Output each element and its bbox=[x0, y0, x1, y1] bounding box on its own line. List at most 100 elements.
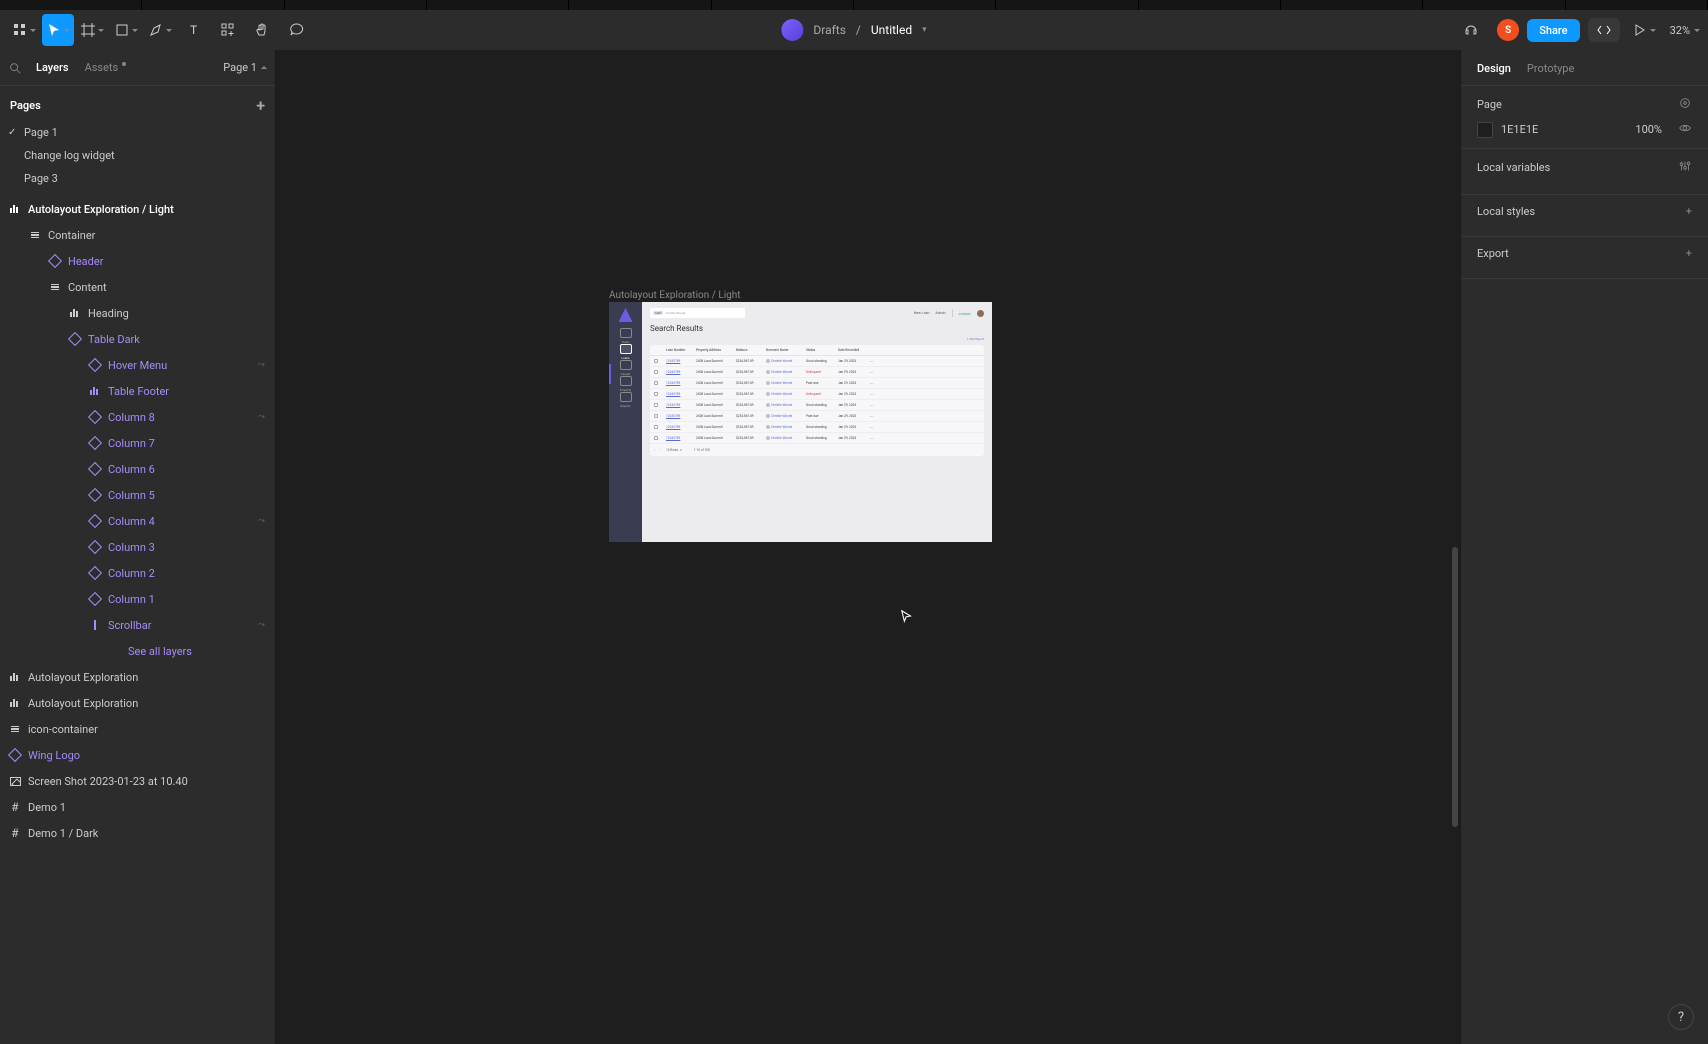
mock-side-item: Reports bbox=[617, 392, 635, 408]
layer-row[interactable]: Column 6 bbox=[0, 456, 275, 482]
layer-row[interactable]: Screen Shot 2023-01-23 at 10.40 bbox=[0, 768, 275, 794]
local-styles-label: Local styles bbox=[1477, 205, 1535, 218]
page-row[interactable]: Page 3 bbox=[0, 167, 275, 190]
toolbar-center: Drafts / Untitled ▾ bbox=[781, 19, 926, 41]
breadcrumb-drafts[interactable]: Drafts bbox=[813, 23, 846, 37]
layer-row[interactable]: Hover Menu⤳ bbox=[0, 352, 275, 378]
layer-row[interactable]: Scrollbar⤳ bbox=[0, 612, 275, 638]
layer-row[interactable]: Column 1 bbox=[0, 586, 275, 612]
layers-tab[interactable]: Layers bbox=[28, 61, 77, 74]
pen-tool[interactable] bbox=[144, 14, 176, 46]
mock-main: Staff Christie Wocek New Loan Admin coop… bbox=[642, 302, 992, 542]
mock-avatar-icon bbox=[977, 310, 984, 317]
canvas[interactable]: Autolayout Exploration / Light TasksLoan… bbox=[276, 50, 1460, 1044]
layer-row[interactable]: icon-container bbox=[0, 716, 275, 742]
export-section: Export + bbox=[1461, 237, 1708, 279]
color-hex[interactable]: 1E1E1E bbox=[1501, 123, 1538, 136]
layer-row[interactable]: Container bbox=[0, 222, 275, 248]
file-title[interactable]: Untitled bbox=[871, 23, 912, 37]
mock-table-row: 123457892408 Luca Summit$234,567.89Chris… bbox=[650, 367, 984, 378]
move-tool[interactable] bbox=[42, 14, 74, 46]
pages-label: Pages bbox=[10, 99, 41, 112]
layer-row[interactable]: Column 7 bbox=[0, 430, 275, 456]
layer-row[interactable]: Column 3 bbox=[0, 534, 275, 560]
variables-settings-icon[interactable] bbox=[1678, 159, 1692, 176]
layer-row[interactable]: See all layers bbox=[0, 638, 275, 664]
mock-table-row: 123457892408 Luca Summit$234,567.89Chris… bbox=[650, 400, 984, 411]
page-section-label: Page bbox=[1477, 98, 1502, 111]
mock-brand: cooper bbox=[959, 311, 971, 316]
canvas-scrollbar[interactable] bbox=[1452, 547, 1458, 827]
right-panel-tabs: Design Prototype bbox=[1461, 50, 1708, 86]
prototype-tab[interactable]: Prototype bbox=[1527, 62, 1574, 75]
mock-side-item: Loans bbox=[617, 344, 635, 360]
page-row[interactable]: Page 1 bbox=[0, 121, 275, 144]
mock-search: Staff Christie Wocek bbox=[650, 308, 745, 318]
mock-side-item: People bbox=[617, 360, 635, 376]
layer-row[interactable]: Header bbox=[0, 248, 275, 274]
mock-table-row: 123457892408 Luca Summit$234,567.89Chris… bbox=[650, 356, 984, 367]
background-row[interactable]: 1E1E1E 100% bbox=[1477, 121, 1692, 138]
layer-row[interactable]: Autolayout Exploration bbox=[0, 690, 275, 716]
left-panel: Layers Assets Page 1 Pages + Page 1Chang… bbox=[0, 50, 276, 1044]
local-variables-label: Local variables bbox=[1477, 161, 1550, 174]
main-menu-button[interactable] bbox=[8, 14, 40, 46]
layer-row[interactable]: Content bbox=[0, 274, 275, 300]
user-avatar[interactable]: S bbox=[1497, 19, 1519, 41]
mock-table-row: 123457892408 Luca Summit$234,567.89Chris… bbox=[650, 378, 984, 389]
help-button[interactable]: ? bbox=[1668, 1004, 1694, 1030]
design-tab[interactable]: Design bbox=[1477, 62, 1511, 75]
resources-tool[interactable] bbox=[212, 14, 244, 46]
layer-row[interactable]: Column 8⤳ bbox=[0, 404, 275, 430]
layer-row[interactable]: Table Footer bbox=[0, 378, 275, 404]
right-panel: Design Prototype Page 1E1E1E 100% Local bbox=[1460, 50, 1708, 1044]
layer-row[interactable]: Column 4⤳ bbox=[0, 508, 275, 534]
color-swatch[interactable] bbox=[1477, 122, 1493, 138]
mock-new-loan: New Loan bbox=[914, 311, 930, 315]
file-team-icon[interactable] bbox=[781, 19, 803, 41]
mock-table: Loan NumberProperty AddressBalanceBorrow… bbox=[650, 345, 984, 456]
dev-mode-button[interactable] bbox=[1588, 18, 1620, 42]
layer-row[interactable]: Autolayout Exploration / Light bbox=[0, 196, 275, 222]
share-button[interactable]: Share bbox=[1527, 19, 1579, 42]
layer-row[interactable]: Heading bbox=[0, 300, 275, 326]
add-page-button[interactable]: + bbox=[256, 96, 265, 115]
left-panel-tabs: Layers Assets Page 1 bbox=[0, 50, 275, 86]
file-chevron-icon[interactable]: ▾ bbox=[922, 25, 927, 35]
frame-tool[interactable] bbox=[76, 14, 108, 46]
assets-tab[interactable]: Assets bbox=[77, 61, 127, 74]
add-export-button[interactable]: + bbox=[1686, 247, 1692, 260]
layer-row[interactable]: Wing Logo bbox=[0, 742, 275, 768]
shape-tool[interactable] bbox=[110, 14, 142, 46]
visibility-icon[interactable] bbox=[1678, 121, 1692, 138]
search-icon[interactable] bbox=[8, 61, 22, 75]
present-button[interactable] bbox=[1628, 14, 1660, 46]
local-variables-section: Local variables bbox=[1461, 149, 1708, 195]
export-label: Export bbox=[1477, 247, 1509, 260]
page-row[interactable]: Change log widget bbox=[0, 144, 275, 167]
page-settings-icon[interactable] bbox=[1678, 96, 1692, 113]
svg-text:T: T bbox=[190, 23, 197, 37]
mock-side-item: Tasks bbox=[617, 328, 635, 344]
add-style-button[interactable]: + bbox=[1686, 205, 1692, 218]
zoom-level[interactable]: 32% bbox=[1670, 24, 1700, 37]
text-tool[interactable]: T bbox=[178, 14, 210, 46]
local-styles-section: Local styles + bbox=[1461, 195, 1708, 237]
page-selector[interactable]: Page 1 bbox=[223, 61, 267, 74]
mock-table-row: 123457892408 Luca Summit$234,567.89Chris… bbox=[650, 389, 984, 400]
layer-row[interactable]: Table Dark bbox=[0, 326, 275, 352]
color-opacity[interactable]: 100% bbox=[1635, 123, 1662, 136]
pages-header: Pages + bbox=[0, 86, 275, 121]
layers-tree: Autolayout Exploration / LightContainerH… bbox=[0, 190, 275, 1044]
hand-tool[interactable] bbox=[246, 14, 278, 46]
comment-tool[interactable] bbox=[280, 14, 312, 46]
layer-row[interactable]: #Demo 1 bbox=[0, 794, 275, 820]
canvas-frame[interactable]: TasksLoansPeoplePropertyReports Staff Ch… bbox=[609, 302, 992, 542]
layer-row[interactable]: #Demo 1 / Dark bbox=[0, 820, 275, 846]
frame-label[interactable]: Autolayout Exploration / Light bbox=[609, 290, 741, 301]
browser-tabstrip bbox=[0, 0, 1708, 10]
layer-row[interactable]: Column 5 bbox=[0, 482, 275, 508]
layer-row[interactable]: Autolayout Exploration bbox=[0, 664, 275, 690]
audio-icon[interactable] bbox=[1455, 14, 1487, 46]
layer-row[interactable]: Column 2 bbox=[0, 560, 275, 586]
